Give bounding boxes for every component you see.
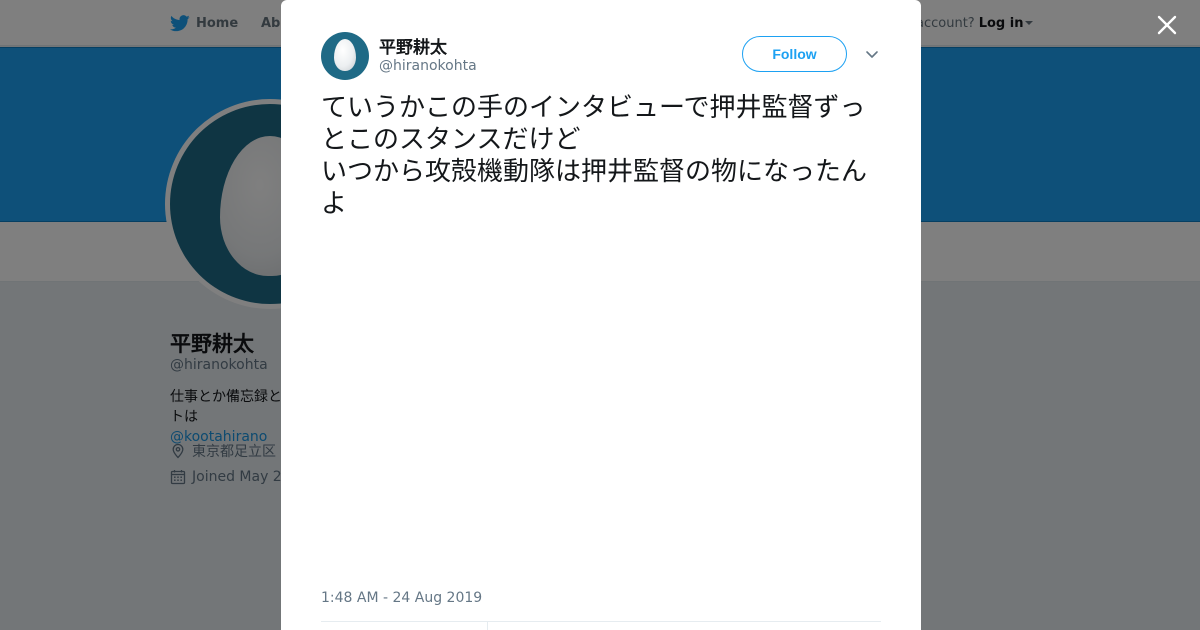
tweet-author-name[interactable]: 平野耕太 <box>379 33 447 58</box>
tweet-author-handle[interactable]: @hiranokohta <box>379 58 477 74</box>
chevron-down-icon[interactable] <box>864 46 880 62</box>
tweet-author-avatar[interactable] <box>321 32 369 80</box>
tweet-modal: 平野耕太 @hiranokohta Follow ていうかこの手のインタビューで… <box>281 0 921 630</box>
tweet-stats-divider <box>487 622 488 630</box>
egg-avatar-icon <box>334 39 356 71</box>
tweet-timestamp[interactable]: 1:48 AM - 24 Aug 2019 <box>321 590 482 606</box>
follow-button[interactable]: Follow <box>742 36 847 72</box>
tweet-text: ていうかこの手のインタビューで押井監督ずっとこのスタンスだけど いつから攻殻機動… <box>321 93 868 219</box>
tweet-divider <box>321 621 881 622</box>
close-icon[interactable] <box>1154 12 1180 38</box>
